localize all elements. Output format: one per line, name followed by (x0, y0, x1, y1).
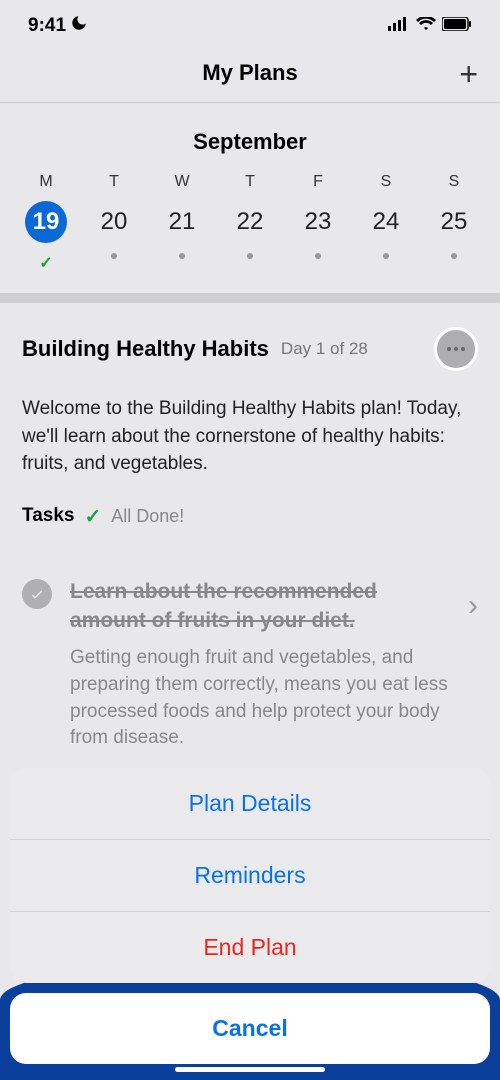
day-column[interactable]: S 24 (359, 173, 413, 273)
dot-icon (451, 253, 457, 259)
day-number: 19 (25, 201, 67, 243)
day-column[interactable]: M 19 ✓ (19, 173, 73, 273)
plan-day-counter: Day 1 of 28 (281, 339, 368, 359)
home-indicator[interactable] (175, 1067, 325, 1072)
dot-icon (383, 253, 389, 259)
dot-icon (111, 253, 117, 259)
day-letter: S (381, 173, 392, 191)
more-options-button[interactable] (434, 327, 478, 371)
plan-section: Building Healthy Habits Day 1 of 28 Welc… (0, 303, 500, 553)
day-letter: W (174, 173, 189, 191)
day-column[interactable]: T 22 (223, 173, 277, 273)
month-label: September (0, 103, 500, 173)
check-icon: ✓ (39, 253, 52, 273)
plan-details-button[interactable]: Plan Details (10, 768, 490, 840)
day-column[interactable]: F 23 (291, 173, 345, 273)
day-number: 24 (365, 201, 407, 243)
check-icon: ✓ (84, 504, 101, 529)
status-time: 9:41 (28, 15, 66, 37)
day-letter: M (39, 173, 52, 191)
task-item[interactable]: Learn about the recommended amount of fr… (0, 553, 500, 762)
header: My Plans + (0, 44, 500, 102)
reminders-button[interactable]: Reminders (10, 840, 490, 912)
dot-icon (247, 253, 253, 259)
plan-description: Welcome to the Building Healthy Habits p… (22, 395, 478, 478)
chevron-right-icon: › (468, 589, 478, 623)
day-letter: T (245, 173, 255, 191)
day-letter: F (313, 173, 323, 191)
action-sheet: Plan Details Reminders End Plan Cancel (10, 768, 490, 1064)
divider (0, 293, 500, 303)
battery-icon (442, 15, 472, 37)
tasks-status: All Done! (111, 506, 184, 527)
signal-icon (388, 15, 410, 37)
day-letter: T (109, 173, 119, 191)
day-letter: S (449, 173, 460, 191)
end-plan-button[interactable]: End Plan (10, 912, 490, 983)
cancel-button[interactable]: Cancel (10, 993, 490, 1064)
week-row: M 19 ✓ T 20 W 21 T 22 F 23 S 24 S 25 (0, 173, 500, 293)
tasks-label: Tasks (22, 505, 74, 527)
wifi-icon (416, 15, 436, 37)
task-description: Getting enough fruit and vegetables, and… (70, 645, 450, 751)
add-plan-button[interactable]: + (459, 56, 478, 93)
day-column[interactable]: W 21 (155, 173, 209, 273)
day-number: 23 (297, 201, 339, 243)
task-title: Learn about the recommended amount of fr… (70, 577, 450, 636)
plan-title: Building Healthy Habits (22, 336, 269, 362)
day-number: 25 (433, 201, 475, 243)
day-column[interactable]: T 20 (87, 173, 141, 273)
day-number: 21 (161, 201, 203, 243)
day-column[interactable]: S 25 (427, 173, 481, 273)
page-title: My Plans (0, 60, 500, 86)
dot-icon (315, 253, 321, 259)
day-number: 22 (229, 201, 271, 243)
day-number: 20 (93, 201, 135, 243)
task-complete-icon (22, 579, 52, 609)
moon-icon (70, 14, 88, 38)
dot-icon (179, 253, 185, 259)
status-bar: 9:41 (0, 0, 500, 44)
